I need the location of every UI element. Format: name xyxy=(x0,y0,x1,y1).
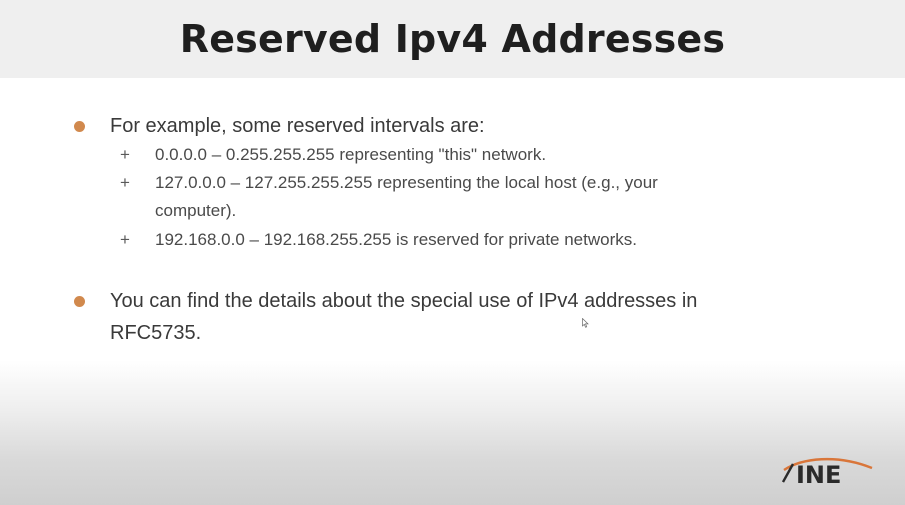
bullet-icon xyxy=(74,121,85,132)
bullet-text: For example, some reserved intervals are… xyxy=(110,115,485,137)
bullet-icon xyxy=(74,296,85,307)
slide: Reserved Ipv4 Addresses For example, som… xyxy=(0,0,905,505)
slide-content: For example, some reserved intervals are… xyxy=(0,0,905,505)
logo-text: INE xyxy=(796,461,841,489)
sub-item-text: 127.0.0.0 – 127.255.255.255 representing… xyxy=(155,173,658,192)
sub-item-text: 0.0.0.0 – 0.255.255.255 representing "th… xyxy=(155,145,547,164)
plus-icon: + xyxy=(120,173,130,192)
plus-icon: + xyxy=(120,145,130,164)
ine-logo-icon: INE xyxy=(782,458,873,489)
mouse-cursor-icon xyxy=(582,318,589,328)
bullet-text: You can find the details about the speci… xyxy=(110,290,698,312)
sub-item-text-continued: computer). xyxy=(155,201,237,220)
bullet-text-continued: RFC5735. xyxy=(110,322,202,344)
sub-item-text: 192.168.0.0 – 192.168.255.255 is reserve… xyxy=(155,230,637,249)
plus-icon: + xyxy=(120,230,130,249)
